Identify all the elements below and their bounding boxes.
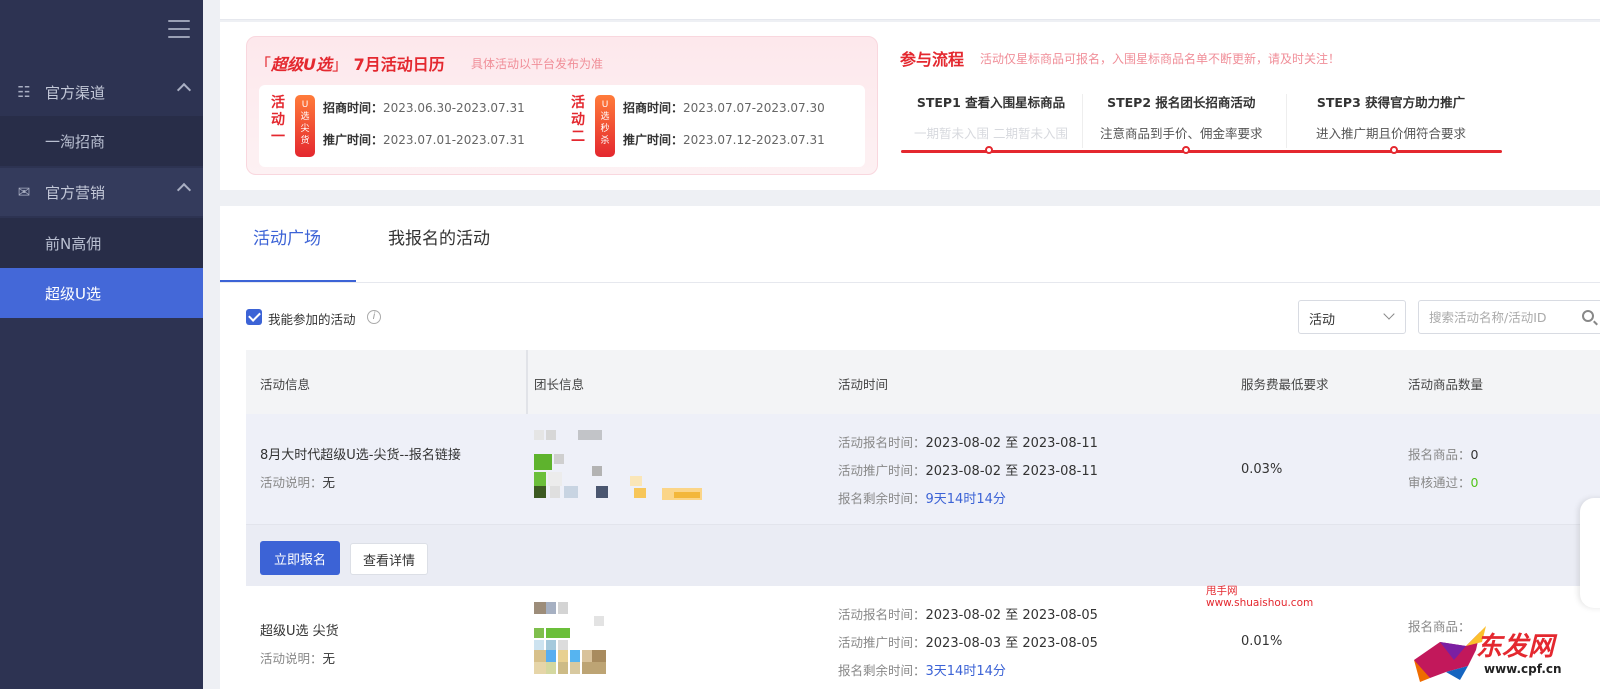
- leader-avatar-mosaic: [534, 430, 724, 514]
- promo-time: 活动推广时间：2023-08-03 至 2023-08-05: [838, 635, 1098, 651]
- min-service-fee: 0.01%: [1241, 634, 1283, 649]
- nav-group-official-channel[interactable]: ☷ 官方渠道: [0, 68, 203, 116]
- watermark-url: www.shuaishou.com: [1206, 597, 1314, 609]
- approved-count: 审核通过：0: [1408, 475, 1479, 490]
- table-header: 活动信息 团长信息 活动时间 服务费最低要求 活动商品数量: [246, 350, 1600, 524]
- calendar-title: 「超级U选」 7月活动日历: [255, 55, 445, 74]
- info-icon[interactable]: i: [367, 310, 381, 324]
- sidebar-item-top-n[interactable]: 前N高佣: [0, 218, 203, 268]
- goods-count: 报名商品：0: [1408, 447, 1479, 462]
- chevron-up-icon: [176, 82, 192, 98]
- flow-dot: [1182, 146, 1190, 154]
- sidebar-item-label: 超级U选: [45, 284, 101, 303]
- sidebar: ☷ 官方渠道 一淘招商 ✉ 官方营销 前N高佣 超级U选: [0, 0, 203, 689]
- logo-text: 东发网: [1476, 632, 1555, 662]
- flow-dot: [985, 146, 993, 154]
- activity-promo-time: 推广时间：2023.07.12-2023.07.31: [623, 133, 825, 147]
- nav-group-label: 官方渠道: [45, 83, 106, 102]
- sidebar-item-label: 一淘招商: [45, 132, 106, 151]
- promo-time: 活动推广时间：2023-08-02 至 2023-08-11: [838, 463, 1098, 479]
- sidebar-item-super-u[interactable]: 超级U选: [0, 268, 203, 318]
- step-divider: [1286, 94, 1287, 148]
- column-header: 活动商品数量: [1408, 377, 1484, 392]
- org-chart-icon: ☷: [17, 83, 31, 101]
- apply-button[interactable]: 立即报名: [260, 541, 340, 575]
- eligible-checkbox-label[interactable]: 我能参加的活动: [268, 309, 356, 328]
- nav-group-label: 官方营销: [45, 183, 106, 202]
- tab-divider: [220, 282, 1600, 283]
- select-value: 活动: [1309, 313, 1336, 328]
- activity-panel: 活动广场 我报名的活动 我能参加的活动 i 活动 活动信息 团长信息 活动时间 …: [220, 206, 1600, 689]
- floating-side-tab[interactable]: [1580, 498, 1600, 608]
- sidebar-item-yitao[interactable]: 一淘招商: [0, 116, 203, 166]
- activity-pill-badge: U选尖货: [295, 95, 315, 157]
- row-actions: 立即报名 查看详情: [246, 524, 1600, 586]
- watermark-text: 甩手网: [1206, 585, 1238, 597]
- calendar-note: 具体活动以平台发布为准: [471, 57, 604, 71]
- activity-type-select[interactable]: 活动: [1298, 300, 1406, 334]
- activity-desc: 活动说明：无: [260, 651, 336, 666]
- breadcrumb-strip: [220, 0, 1600, 20]
- min-service-fee: 0.03%: [1241, 462, 1283, 477]
- eligible-checkbox[interactable]: [246, 309, 262, 325]
- step-divider: [1082, 94, 1083, 148]
- search-icon[interactable]: [1582, 310, 1594, 322]
- column-header: 服务费最低要求: [1241, 377, 1329, 392]
- activity-tag: 活动一: [271, 95, 285, 145]
- activity-tag: 活动二: [571, 95, 585, 145]
- activity-promo-time: 推广时间：2023.07.01-2023.07.31: [323, 133, 525, 147]
- table-row: 超级U选 尖货 活动说明：无 活动报名时间：2023-08-02 至 2023-…: [246, 588, 1600, 689]
- activity-recruit-time: 招商时间：2023.07.07-2023.07.30: [623, 101, 825, 115]
- activity-desc: 活动说明：无: [260, 475, 336, 490]
- logo-url: www.cpf.cn: [1484, 662, 1562, 676]
- column-header: 团长信息: [534, 377, 585, 392]
- activity-calendar: 「超级U选」 7月活动日历 具体活动以平台发布为准 活动一 U选尖货 招商时间：…: [246, 36, 878, 175]
- flow-step-3: STEP3 获得官方助力推广 进入推广期且价佣符合要求: [1316, 95, 1467, 141]
- calendar-activities: 活动一 U选尖货 招商时间：2023.06.30-2023.07.31 推广时间…: [259, 85, 865, 167]
- table-row: 8月大时代超级U选-尖货--报名链接 活动说明：无 活动报名时间：2023-08…: [246, 414, 1600, 586]
- activity-name: 超级U选 尖货: [260, 624, 339, 639]
- remaining-time: 报名剩余时间：9天14时14分: [838, 491, 1006, 507]
- flow-dot: [1390, 146, 1398, 154]
- signup-time: 活动报名时间：2023-08-02 至 2023-08-11: [838, 435, 1098, 451]
- tab-activity-square[interactable]: 活动广场: [253, 224, 321, 249]
- column-header: 活动信息: [260, 377, 311, 392]
- flow-title: 参与流程: [900, 50, 965, 69]
- flow-note: 活动仅星标商品可报名，入围星标商品名单不断更新，请及时关注！: [980, 52, 1341, 66]
- activity-pill-badge: U选秒杀: [595, 95, 615, 157]
- view-details-button[interactable]: 查看详情: [350, 543, 428, 575]
- menu-toggle-icon[interactable]: [168, 20, 190, 38]
- nav-group-official-marketing[interactable]: ✉ 官方营销: [0, 168, 203, 216]
- column-header: 活动时间: [838, 377, 889, 392]
- activity-banner: 「超级U选」 7月活动日历 具体活动以平台发布为准 活动一 U选尖货 招商时间：…: [220, 22, 1600, 190]
- leader-avatar-mosaic: [534, 602, 624, 689]
- chevron-up-icon: [176, 182, 192, 198]
- tab-my-activities[interactable]: 我报名的活动: [388, 224, 490, 249]
- flow-step-1: STEP1 查看入围星标商品 一期暂未入围 二期暂未入围: [914, 95, 1068, 141]
- flow-step-2: STEP2 报名团长招商活动 注意商品到手价、佣金率要求: [1100, 95, 1263, 141]
- remaining-time: 报名剩余时间：3天14时14分: [838, 663, 1006, 679]
- activity-name: 8月大时代超级U选-尖货--报名链接: [260, 448, 461, 463]
- signup-time: 活动报名时间：2023-08-02 至 2023-08-05: [838, 607, 1098, 623]
- sidebar-item-label: 前N高佣: [45, 234, 102, 253]
- chevron-down-icon: [1383, 308, 1395, 320]
- search-input[interactable]: [1418, 300, 1600, 334]
- megaphone-icon: ✉: [17, 183, 31, 201]
- brand-logo-text: 超级U选: [271, 55, 333, 74]
- activity-recruit-time: 招商时间：2023.06.30-2023.07.31: [323, 101, 525, 115]
